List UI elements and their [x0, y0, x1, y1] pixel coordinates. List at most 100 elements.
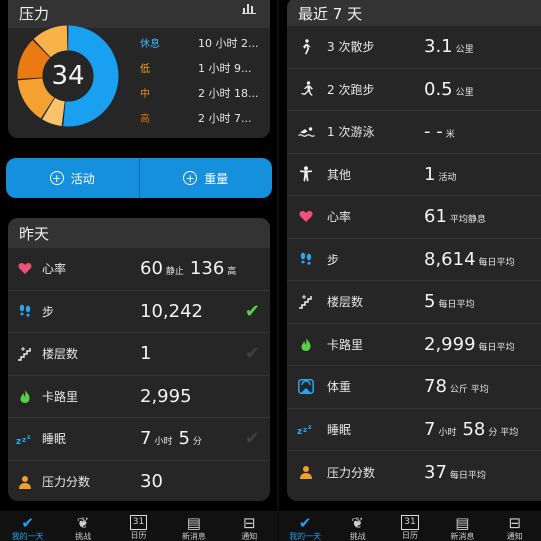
- legend-value: 1 小时 9...: [198, 61, 252, 75]
- stress-donut: 34: [16, 24, 120, 128]
- metric-number: 7: [424, 418, 436, 440]
- metric-unit-2: 高: [227, 267, 237, 278]
- nav-item-3[interactable]: ▤ 新消息: [437, 515, 487, 541]
- yesterday-card-header: 昨天: [8, 218, 270, 248]
- challenges-laurel-icon: ❦: [351, 514, 364, 532]
- stairs-icon: [295, 294, 317, 309]
- metric-number-2: 58: [462, 418, 486, 440]
- metric-number: 5: [424, 291, 436, 313]
- metric-number: 78: [424, 376, 447, 398]
- week-row-walk[interactable]: 3 次散步 3.1 公里: [287, 26, 541, 69]
- metric-label: 楼层数: [327, 295, 364, 310]
- nav-item-4[interactable]: ⊟ 通知: [224, 515, 274, 541]
- legend-value: 2 小时 7...: [198, 111, 252, 125]
- calendar-icon: 31: [401, 515, 419, 530]
- yesterday-title: 昨天: [19, 224, 50, 243]
- stress-card[interactable]: 压力 34 休息 10 小时 2... 低 1 小时 9... 中 2 小时 18... 高…: [8, 0, 270, 138]
- yesterday-row-heart[interactable]: 心率 60 静止 136 高: [8, 248, 270, 291]
- nav-item-0[interactable]: ✔ 我的一天: [280, 515, 330, 541]
- metric-label: 体重: [327, 380, 352, 395]
- add-weight-label: 重量: [204, 171, 229, 186]
- stress-legend-row: 高 2 小时 7...: [140, 105, 268, 130]
- metric-value: 2,999 每日平均: [424, 334, 521, 355]
- flame-icon: [14, 389, 36, 404]
- metric-label: 心率: [327, 210, 352, 225]
- metric-label: 压力分数: [327, 465, 376, 480]
- sleep-icon: zzz: [295, 423, 317, 435]
- week-row-sleep[interactable]: z z z 睡眠 7 小时 58 分 平均: [287, 409, 541, 451]
- metric-number: - -: [424, 121, 443, 143]
- week-row-other[interactable]: 其他 1 活动: [287, 154, 541, 196]
- week-row-scale[interactable]: 体重 78 公斤 平均: [287, 366, 541, 409]
- metric-label: 睡眠: [42, 432, 67, 447]
- yesterday-row-steps[interactable]: 步 10,242 ✔: [8, 291, 270, 333]
- svg-text:z: z: [16, 437, 21, 445]
- week-row-swim[interactable]: 1 次游泳 - -米: [287, 111, 541, 154]
- bottom-nav: ✔ 我的一天 ❦ 挑战 31 日历 ▤ 新消息 ⊟ 通知: [0, 511, 277, 541]
- yesterday-row-stairs[interactable]: 楼层数 1 ✔: [8, 333, 270, 376]
- swim-icon: [295, 126, 317, 138]
- metric-value: 7 小时 5 分: [140, 428, 208, 449]
- heart-icon: [14, 262, 36, 275]
- chart-icon[interactable]: [242, 0, 256, 18]
- metric-value: 3.1 公里: [424, 36, 480, 57]
- metric-number: 7: [140, 428, 152, 450]
- yesterday-list: 心率 60 静止 136 高步 10,242 ✔ 楼层数 1 ✔ 卡路里 2,995 z z z 睡眠 7 小时 5…: [8, 248, 270, 501]
- metric-value: 78 公斤 平均: [424, 376, 495, 397]
- svg-text:z: z: [308, 424, 312, 431]
- nav-item-4[interactable]: ⊟ 通知: [490, 515, 540, 541]
- week-row-heart[interactable]: 心率 61 平均静息: [287, 196, 541, 239]
- metric-label: 睡眠: [327, 422, 352, 437]
- metric-number: 3.1: [424, 36, 453, 58]
- nav-label: 新消息: [181, 532, 206, 541]
- yesterday-row-sleep[interactable]: z z z 睡眠 7 小时 5 分 ✔: [8, 418, 270, 461]
- stress-person-icon: [14, 475, 36, 489]
- week-row-flame[interactable]: 卡路里 2,999 每日平均: [287, 324, 541, 366]
- week-row-steps[interactable]: 步 8,614 每日平均: [287, 239, 541, 281]
- week-row-stress-person[interactable]: 压力分数 37 每日平均: [287, 451, 541, 494]
- metric-unit: 平均静息: [449, 215, 486, 226]
- metric-label: 2 次跑步: [327, 82, 375, 97]
- add-activity-button[interactable]: + 活动: [6, 158, 139, 198]
- metric-number: 10,242: [140, 300, 203, 322]
- metric-unit: 公里: [455, 45, 474, 56]
- metric-number: 60: [140, 258, 163, 280]
- week-row-stairs[interactable]: 楼层数 5 每日平均: [287, 281, 541, 324]
- nav-item-0[interactable]: ✔ 我的一天: [3, 515, 53, 541]
- calendar-icon: 31: [129, 515, 148, 530]
- metric-value: 5 每日平均: [424, 291, 480, 312]
- nav-item-3[interactable]: ▤ 新消息: [169, 515, 219, 541]
- legend-key: 休息: [140, 39, 160, 50]
- nav-label: 新消息: [450, 532, 475, 541]
- nav-item-2[interactable]: 31 日历: [385, 515, 435, 541]
- metric-unit: 每日平均: [478, 257, 515, 268]
- right-screen: 最近 7 天 3 次散步 3.1 公里 2 次跑步 0.5 公里 1 次游泳 - - 米其他 1 活…: [279, 0, 541, 541]
- metric-label: 1 次游泳: [327, 125, 375, 140]
- metric-number-2: 136: [189, 258, 225, 280]
- nav-label: 挑战: [75, 532, 92, 541]
- my-day-check-icon: ✔: [298, 514, 312, 532]
- nav-item-2[interactable]: 31 日历: [113, 515, 163, 541]
- metric-unit: 小时: [438, 427, 457, 438]
- week-row-run[interactable]: 2 次跑步 0.5 公里: [287, 69, 541, 111]
- nav-item-1[interactable]: ❦ 挑战: [58, 515, 108, 541]
- nav-label: 通知: [506, 532, 523, 541]
- nav-label: 挑战: [349, 532, 366, 541]
- metric-label: 3 次散步: [327, 40, 375, 55]
- metric-number: 1: [424, 163, 436, 185]
- metric-label: 卡路里: [327, 337, 364, 352]
- metric-number: 8,614: [424, 248, 476, 270]
- metric-number: 37: [424, 461, 447, 483]
- plus-circle-icon: +: [49, 171, 64, 185]
- stairs-icon: [14, 346, 36, 361]
- yesterday-row-flame[interactable]: 卡路里 2,995: [8, 376, 270, 418]
- metric-number: 0.5: [424, 78, 453, 100]
- metric-number-2: 5: [178, 428, 190, 450]
- add-weight-button[interactable]: + 重量: [138, 158, 273, 198]
- svg-text:z: z: [303, 426, 307, 434]
- metric-unit: 静止: [165, 267, 184, 278]
- stress-legend-row: 中 2 小时 18...: [140, 80, 268, 105]
- yesterday-row-stress-person[interactable]: 压力分数 30: [8, 461, 270, 502]
- nav-item-1[interactable]: ❦ 挑战: [333, 515, 383, 541]
- metric-value: 60 静止 136 高: [140, 258, 242, 279]
